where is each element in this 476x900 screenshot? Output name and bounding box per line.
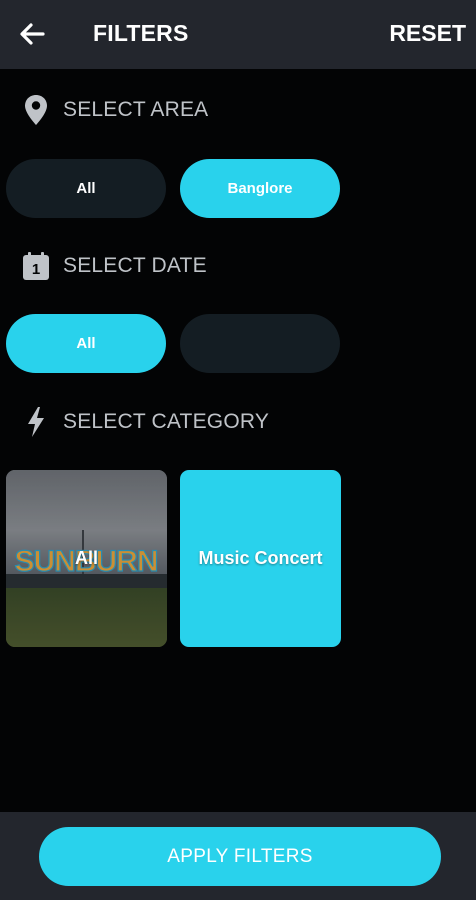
calendar-icon: 1 [20,250,52,282]
section-area-header: SELECT AREA [20,92,208,128]
area-chip-all[interactable]: All [6,159,166,218]
section-date-header: 1 SELECT DATE [20,248,207,284]
chip-label: All [76,180,96,197]
section-category-header: SELECT CATEGORY [20,404,269,440]
location-pin-icon [20,94,52,126]
chip-label: All [76,335,96,352]
date-chip-all[interactable]: All [6,314,166,373]
apply-filters-button[interactable]: APPLY FILTERS [39,827,441,886]
date-chip-pick[interactable] [180,314,340,373]
category-card-label: Music Concert [198,548,323,568]
reset-button[interactable]: RESET [389,0,466,69]
arrow-left-icon [20,23,45,45]
section-area-label: SELECT AREA [63,98,209,121]
section-category-label: SELECT CATEGORY [63,410,270,433]
chip-label: Banglore [227,180,293,197]
category-card-all[interactable]: SUNBURN All [6,470,167,647]
lightning-icon [20,406,52,438]
section-date-label: SELECT DATE [63,254,207,277]
calendar-day: 1 [31,260,41,278]
app-bar: FILTERS RESET [0,0,476,69]
category-card-label: All [74,548,98,568]
page-title: FILTERS [93,20,189,46]
area-chip-banglore[interactable]: Banglore [180,159,340,218]
category-card-music-concert[interactable]: Music Concert [180,470,341,647]
back-button[interactable] [14,16,50,52]
